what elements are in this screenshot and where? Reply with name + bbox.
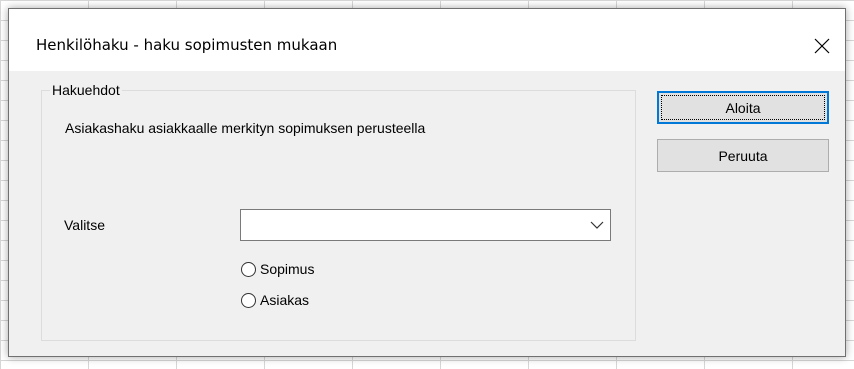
radio-asiakas[interactable]: Asiakas [241,290,309,310]
close-icon [814,38,830,54]
group-legend: Hakuehdot [50,81,122,99]
radio-sopimus-circle[interactable] [241,261,256,277]
start-button-label: Aloita [725,99,761,116]
radio-asiakas-label[interactable]: Asiakas [260,292,309,308]
group-description: Asiakashaku asiakkaalle merkityn sopimuk… [65,120,426,136]
close-button[interactable] [799,29,845,63]
radio-asiakas-circle[interactable] [241,292,256,308]
select-label: Valitse [64,217,105,233]
chevron-down-icon [590,221,604,229]
radio-sopimus-label[interactable]: Sopimus [260,261,314,277]
radio-sopimus[interactable]: Sopimus [241,259,314,279]
dialog-titlebar: Henkilöhaku - haku sopimusten mukaan [9,9,845,71]
cancel-button-label: Peruuta [718,147,768,164]
dialog-title: Henkilöhaku - haku sopimusten mukaan [36,36,338,54]
search-dialog: Henkilöhaku - haku sopimusten mukaan Hak… [8,8,846,357]
select-dropdown[interactable] [240,209,611,241]
start-button[interactable]: Aloita [657,91,829,124]
cancel-button[interactable]: Peruuta [657,139,829,172]
